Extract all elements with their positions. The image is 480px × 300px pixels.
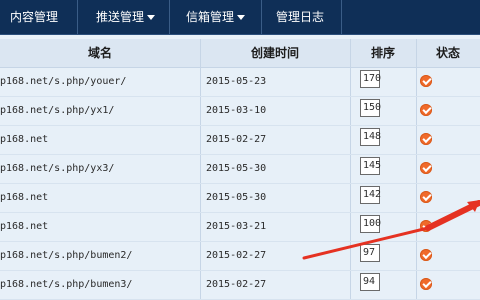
table-row: p168.net/s.php/youer/ 2015-05-23 170	[0, 67, 480, 97]
domain-cell: p168.net	[0, 221, 49, 232]
table-row: p168.net 2015-02-27 148	[0, 125, 480, 155]
sort-order-input[interactable]: 100	[360, 215, 381, 233]
sort-order-input[interactable]: 97	[360, 244, 380, 262]
table-row: p168.net/s.php/yx3/ 2015-05-30 145	[0, 154, 480, 184]
table-row: p168.net 2015-03-21 100	[0, 212, 480, 242]
sort-order-input[interactable]: 170	[360, 70, 381, 88]
domain-cell: p168.net/s.php/bumen2/	[0, 250, 133, 261]
nav-admin-log[interactable]: 管理日志	[266, 0, 342, 34]
nav-content-management-label: 内容管理	[10, 10, 59, 24]
created-date-cell: 2015-05-30	[206, 192, 267, 203]
nav-push-management[interactable]: 推送管理	[86, 0, 170, 34]
created-date-cell: 2015-03-10	[206, 105, 267, 116]
sort-order-input[interactable]: 142	[360, 186, 381, 204]
column-header-sort: 排序	[370, 46, 395, 60]
nav-mailbox-management[interactable]: 信箱管理	[176, 0, 262, 34]
domain-cell: p168.net	[0, 134, 49, 145]
created-date-cell: 2015-05-30	[206, 163, 267, 174]
column-header-created: 创建时间	[250, 46, 299, 60]
created-date-cell: 2015-05-23	[206, 76, 267, 87]
status-check-icon[interactable]	[420, 278, 432, 290]
domain-cell: p168.net/s.php/bumen3/	[0, 279, 133, 290]
sort-order-input[interactable]: 148	[360, 128, 381, 146]
status-check-icon[interactable]	[420, 162, 432, 174]
status-check-icon[interactable]	[420, 220, 432, 232]
table-row: p168.net/s.php/yx1/ 2015-03-10 150	[0, 96, 480, 126]
nav-push-management-label: 推送管理	[96, 10, 145, 24]
nav-admin-log-label: 管理日志	[276, 10, 325, 24]
created-date-cell: 2015-02-27	[206, 279, 267, 290]
status-check-icon[interactable]	[420, 133, 432, 145]
nav-content-management[interactable]: 内容管理	[0, 0, 78, 54]
domain-table: 域名 创建时间 排序 状态 p168.net/s.php/youer/ 2015…	[0, 39, 480, 300]
table-header: 域名 创建时间 排序 状态	[0, 39, 480, 68]
nav-mailbox-management-label: 信箱管理	[186, 10, 235, 24]
created-date-cell: 2015-03-21	[206, 221, 267, 232]
sort-order-input[interactable]: 145	[360, 157, 381, 175]
sort-order-input[interactable]: 94	[360, 273, 380, 291]
table-row: p168.net 2015-05-30 142	[0, 183, 480, 213]
column-header-domain: 域名	[87, 46, 112, 60]
status-check-icon[interactable]	[420, 104, 432, 116]
table-row: p168.net/s.php/bumen2/ 2015-02-27 97	[0, 241, 480, 271]
status-check-icon[interactable]	[420, 75, 432, 87]
created-date-cell: 2015-02-27	[206, 250, 267, 261]
domain-cell: p168.net/s.php/yx1/	[0, 105, 115, 116]
table-row: p168.net/s.php/bumen3/ 2015-02-27 94	[0, 270, 480, 300]
domain-cell: p168.net/s.php/yx3/	[0, 163, 115, 174]
chevron-down-icon	[147, 15, 156, 20]
created-date-cell: 2015-02-27	[206, 134, 267, 145]
status-check-icon[interactable]	[420, 191, 432, 203]
domain-cell: p168.net/s.php/youer/	[0, 76, 127, 87]
sort-order-input[interactable]: 150	[360, 99, 381, 117]
status-check-icon[interactable]	[420, 249, 432, 261]
top-navigation-bar: 内容管理 推送管理 信箱管理 管理日志	[0, 0, 480, 54]
column-header-status: 状态	[435, 46, 460, 60]
chevron-down-icon	[237, 15, 246, 20]
domain-cell: p168.net	[0, 192, 49, 203]
